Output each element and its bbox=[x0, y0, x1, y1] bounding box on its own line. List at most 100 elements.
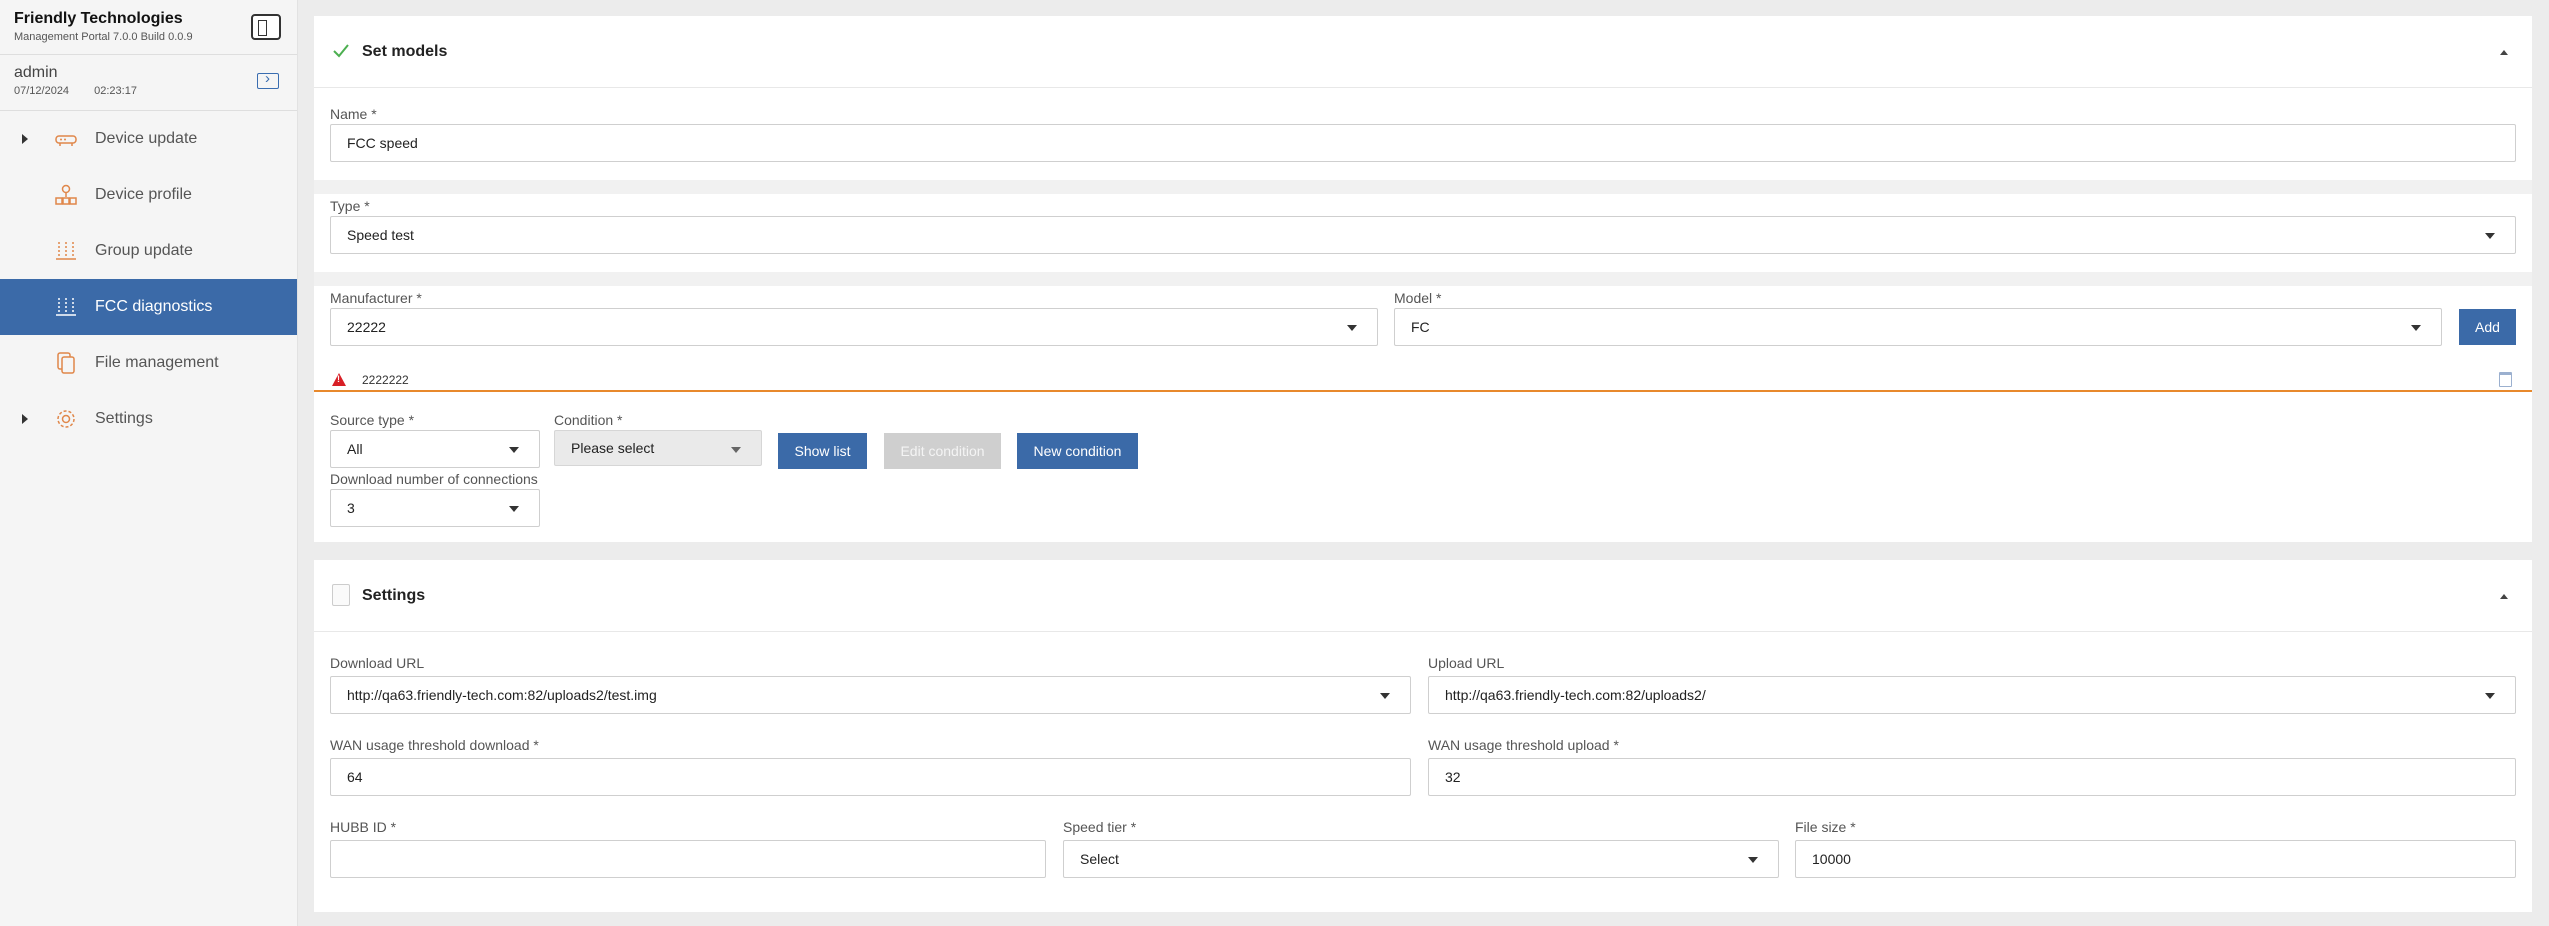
download-url-select[interactable]: http://qa63.friendly-tech.com:82/uploads… bbox=[330, 676, 1411, 714]
settings-panel: Settings Download URL http://qa63.friend… bbox=[314, 560, 2532, 912]
chevron-down-icon bbox=[2411, 325, 2421, 331]
wan-upload-value: 32 bbox=[1445, 769, 1461, 785]
model-entry-text: 2222222 bbox=[362, 373, 409, 387]
upload-url-select[interactable]: http://qa63.friendly-tech.com:82/uploads… bbox=[1428, 676, 2516, 714]
router-icon bbox=[55, 135, 77, 146]
model-select[interactable]: FC bbox=[1394, 308, 2442, 346]
type-select[interactable]: Speed test bbox=[330, 216, 2516, 254]
wan-download-value: 64 bbox=[347, 769, 363, 785]
file-size-value: 10000 bbox=[1812, 851, 1851, 867]
sidebar-item-label: FCC diagnostics bbox=[95, 298, 213, 315]
user-info: admin 07/12/2024 02:23:17 bbox=[0, 55, 297, 111]
hubb-id-input[interactable] bbox=[330, 840, 1046, 878]
model-label: Model * bbox=[1394, 290, 1442, 306]
sidebar-item-label: Settings bbox=[95, 410, 153, 427]
collapse-arrow-icon[interactable] bbox=[2500, 594, 2508, 599]
type-value: Speed test bbox=[347, 227, 414, 243]
download-url-label: Download URL bbox=[330, 655, 425, 671]
hubb-id-label: HUBB ID * bbox=[330, 819, 397, 835]
chevron-down-icon bbox=[1347, 325, 1357, 331]
wan-download-label: WAN usage threshold download * bbox=[330, 737, 539, 753]
panel-title: Settings bbox=[362, 586, 426, 604]
user-date: 07/12/2024 bbox=[14, 85, 70, 97]
trash-icon[interactable] bbox=[2499, 372, 2512, 387]
brand-header: Friendly Technologies Management Portal … bbox=[0, 0, 297, 55]
expand-caret-icon[interactable] bbox=[22, 414, 28, 424]
speed-tier-value: Select bbox=[1080, 851, 1119, 867]
condition-value: Please select bbox=[571, 440, 655, 456]
sidebar-item-group-update[interactable]: Group update bbox=[0, 223, 297, 279]
sidebar-item-label: Device profile bbox=[95, 186, 192, 203]
files-icon bbox=[57, 352, 75, 374]
sliders-icon bbox=[56, 298, 76, 316]
sliders-icon bbox=[56, 242, 76, 260]
sidebar: Friendly Technologies Management Portal … bbox=[0, 0, 298, 926]
new-condition-button[interactable]: New condition bbox=[1017, 433, 1138, 469]
set-models-header[interactable]: Set models bbox=[314, 16, 2532, 88]
profile-tree-icon bbox=[55, 184, 77, 205]
source-type-value: All bbox=[347, 441, 363, 457]
file-size-label: File size * bbox=[1795, 819, 1856, 835]
add-button[interactable]: Add bbox=[2459, 309, 2516, 345]
sidebar-item-device-update[interactable]: Device update bbox=[0, 111, 297, 167]
condition-select[interactable]: Please select bbox=[554, 430, 762, 466]
sidebar-item-label: File management bbox=[95, 354, 219, 371]
file-size-input[interactable]: 10000 bbox=[1795, 840, 2516, 878]
divider bbox=[314, 180, 2532, 194]
name-input[interactable]: FCC speed bbox=[330, 124, 2516, 162]
manufacturer-label: Manufacturer * bbox=[330, 290, 422, 306]
connections-value: 3 bbox=[347, 500, 355, 516]
connections-select[interactable]: 3 bbox=[330, 489, 540, 527]
manufacturer-value: 22222 bbox=[347, 319, 386, 335]
upload-url-label: Upload URL bbox=[1428, 655, 1505, 671]
chevron-down-icon bbox=[731, 447, 741, 453]
name-value: FCC speed bbox=[347, 135, 418, 151]
source-type-label: Source type * bbox=[330, 412, 415, 428]
expand-caret-icon[interactable] bbox=[22, 134, 28, 144]
gear-icon bbox=[57, 410, 75, 428]
sidebar-item-settings[interactable]: Settings bbox=[0, 391, 297, 447]
manufacturer-select[interactable]: 22222 bbox=[330, 308, 1378, 346]
sidebar-nav: Device update Device profile Group updat… bbox=[0, 111, 297, 447]
divider bbox=[314, 272, 2532, 286]
speed-tier-label: Speed tier * bbox=[1063, 819, 1137, 835]
brand-subtitle: Management Portal 7.0.0 Build 0.0.9 bbox=[14, 31, 193, 43]
chevron-down-icon bbox=[2485, 693, 2495, 699]
collapse-arrow-icon[interactable] bbox=[2500, 50, 2508, 55]
source-type-select[interactable]: All bbox=[330, 430, 540, 468]
logout-button[interactable] bbox=[257, 70, 279, 89]
user-meta: 07/12/2024 02:23:17 bbox=[14, 85, 283, 97]
panel-title: Set models bbox=[362, 42, 448, 60]
chevron-down-icon bbox=[2485, 233, 2495, 239]
brand-title: Friendly Technologies bbox=[14, 10, 183, 27]
chevron-down-icon bbox=[509, 447, 519, 453]
user-time: 02:23:17 bbox=[94, 85, 137, 97]
sidebar-item-file-management[interactable]: File management bbox=[0, 335, 297, 391]
connections-label: Download number of connections bbox=[330, 471, 538, 487]
settings-header[interactable]: Settings bbox=[314, 560, 2532, 632]
chevron-down-icon bbox=[1380, 693, 1390, 699]
check-icon bbox=[333, 44, 349, 58]
chevron-down-icon bbox=[1748, 857, 1758, 863]
name-label: Name * bbox=[330, 106, 377, 122]
warning-icon bbox=[332, 373, 346, 386]
document-icon bbox=[332, 584, 350, 606]
wan-upload-input[interactable]: 32 bbox=[1428, 758, 2516, 796]
download-url-value: http://qa63.friendly-tech.com:82/uploads… bbox=[347, 687, 657, 703]
condition-label: Condition * bbox=[554, 412, 623, 428]
speed-tier-select[interactable]: Select bbox=[1063, 840, 1779, 878]
sidebar-toggle-button[interactable] bbox=[251, 14, 281, 40]
sidebar-item-label: Group update bbox=[95, 242, 193, 259]
set-models-panel: Set models Name * FCC speed Type * Speed… bbox=[314, 16, 2532, 542]
sidebar-item-label: Device update bbox=[95, 130, 198, 147]
type-label: Type * bbox=[330, 198, 370, 214]
chevron-down-icon bbox=[509, 506, 519, 512]
model-entry-row: 2222222 bbox=[314, 368, 2532, 392]
wan-download-input[interactable]: 64 bbox=[330, 758, 1411, 796]
model-value: FC bbox=[1411, 319, 1430, 335]
sidebar-item-device-profile[interactable]: Device profile bbox=[0, 167, 297, 223]
upload-url-value: http://qa63.friendly-tech.com:82/uploads… bbox=[1445, 687, 1706, 703]
sidebar-item-fcc-diagnostics[interactable]: FCC diagnostics bbox=[0, 279, 297, 335]
edit-condition-button[interactable]: Edit condition bbox=[884, 433, 1001, 469]
show-list-button[interactable]: Show list bbox=[778, 433, 867, 469]
